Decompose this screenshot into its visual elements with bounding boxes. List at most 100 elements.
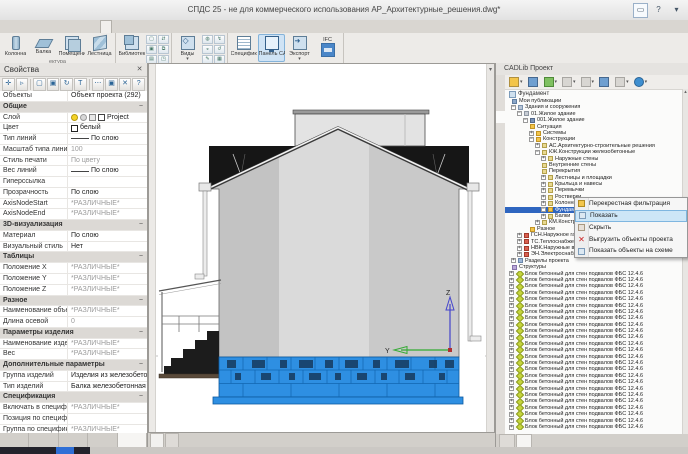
expand-icon[interactable] (509, 354, 514, 359)
side-panel-vertical-tab[interactable] (496, 95, 505, 107)
close-icon[interactable]: ✕ (135, 65, 144, 74)
object-tool-icon[interactable]: ▢ (146, 35, 157, 44)
help-icon[interactable]: ? (651, 3, 666, 18)
expand-icon[interactable] (529, 137, 534, 142)
expand-icon[interactable] (509, 335, 514, 340)
menu-item[interactable] (70, 20, 80, 33)
expand-icon[interactable] (541, 214, 546, 219)
expand-icon[interactable] (523, 118, 528, 123)
expand-icon[interactable] (541, 156, 546, 161)
expand-icon[interactable] (509, 303, 514, 308)
menu-item[interactable] (50, 20, 60, 33)
context-menu-item[interactable]: Показать объекты на схеме (575, 245, 687, 257)
expand-icon[interactable] (509, 418, 514, 423)
expand-icon[interactable] (509, 393, 514, 398)
menu-item[interactable] (20, 20, 30, 33)
property-row[interactable]: Позиция по специфи... (0, 414, 147, 425)
property-row[interactable]: Включать в специфи... *РАЗЛИЧНЫЕ* (0, 403, 147, 414)
help-icon[interactable]: ? (132, 78, 145, 91)
property-row[interactable]: Масштаб типа линий 100 (0, 145, 147, 156)
property-row[interactable]: Материал По слою (0, 231, 147, 242)
menu-item[interactable] (90, 20, 100, 33)
menu-item[interactable] (60, 20, 70, 33)
property-row[interactable]: Слой Project (0, 113, 147, 124)
expand-icon[interactable] (509, 399, 514, 404)
side-panel-vertical-tab[interactable] (496, 127, 505, 139)
menu-item[interactable] (80, 20, 90, 33)
menu-item[interactable] (100, 20, 112, 33)
property-row[interactable]: Визуальный стиль Нет (0, 242, 147, 253)
expand-icon[interactable] (509, 284, 514, 289)
object-tool-icon[interactable]: ⇵ (158, 35, 169, 44)
expand-icon[interactable] (541, 175, 546, 180)
expand-icon[interactable] (509, 425, 514, 430)
tree-filter-row[interactable]: Фундамент (505, 90, 688, 98)
property-row[interactable]: Разное (0, 296, 147, 307)
filter-icon[interactable]: T (74, 78, 87, 91)
list-item-block[interactable]: Блок бетонный для стен подвалов ФБС 12.4… (505, 424, 688, 430)
expand-icon[interactable] (509, 322, 514, 327)
tree-scrollbar[interactable] (682, 89, 688, 434)
ifc-button[interactable]: IFC (314, 34, 341, 62)
properties-bottom-tab[interactable] (29, 433, 58, 447)
property-row[interactable]: Группа по специфика... *РАЗЛИЧНЫЕ* (0, 425, 147, 433)
property-row[interactable]: Прозрачность По слою (0, 188, 147, 199)
cadlib-bottom-tab[interactable] (499, 434, 515, 447)
expand-icon[interactable] (517, 252, 522, 257)
layout-tab[interactable] (150, 433, 164, 447)
property-row[interactable]: Тип изделий Балка железобетонная (0, 382, 147, 393)
property-row[interactable]: AxisNodeEnd *РАЗЛИЧНЫЕ* (0, 209, 147, 220)
expand-icon[interactable] (509, 342, 514, 347)
expand-icon[interactable] (509, 316, 514, 321)
object-tool-icon[interactable]: ⧉ (158, 45, 169, 54)
object-tool-icon[interactable]: ▣ (146, 45, 157, 54)
load-objects-button[interactable] (526, 76, 541, 88)
building-elevation-drawing[interactable]: Z Y (149, 64, 496, 434)
expand-icon[interactable] (509, 373, 514, 378)
expand-icon[interactable] (509, 386, 514, 391)
clear-icon[interactable]: ✕ (119, 78, 132, 91)
properties-bottom-tab[interactable] (0, 433, 29, 447)
canvas-scrollbar[interactable] (486, 64, 494, 432)
property-row[interactable]: Стиль печати По цвету (0, 156, 147, 167)
expand-icon[interactable] (509, 367, 514, 372)
property-row[interactable]: Наименование объекта *РАЗЛИЧНЫЕ* (0, 306, 147, 317)
sort-button[interactable]: ▾ (560, 76, 578, 88)
expand-icon[interactable] (509, 361, 514, 366)
menu-item[interactable] (10, 20, 20, 33)
expand-icon[interactable] (535, 143, 540, 148)
expand-icon[interactable] (517, 246, 522, 251)
property-row[interactable]: Положение Z *РАЗЛИЧНЫЕ* (0, 285, 147, 296)
views-button[interactable]: Виды ▾ (174, 34, 201, 64)
property-row[interactable]: Таблицы (0, 252, 147, 263)
property-row[interactable]: Объекты Объект проекта (292) (0, 91, 147, 102)
expand-icon[interactable] (509, 329, 514, 334)
side-panel-vertical-tab[interactable] (496, 111, 505, 123)
selected-foundation-blocks[interactable] (213, 357, 463, 404)
expand-icon[interactable] (509, 278, 514, 283)
property-row[interactable]: Группа изделий Изделия из железобетона (0, 371, 147, 382)
property-row[interactable]: Положение X *РАЗЛИЧНЫЕ* (0, 263, 147, 274)
specifications-button[interactable]: Спецификации (230, 34, 257, 62)
property-row[interactable]: Параметры изделия (0, 328, 147, 339)
menu-item[interactable] (112, 20, 122, 33)
property-row[interactable]: Гиперссылка (0, 177, 147, 188)
expand-icon[interactable] (511, 258, 516, 263)
property-row[interactable]: Наименование изделия *РАЗЛИЧНЫЕ* (0, 339, 147, 350)
property-row[interactable]: Дополнительные параметры (0, 360, 147, 371)
search-button[interactable] (597, 76, 612, 88)
layout-tab[interactable] (165, 433, 179, 447)
property-row[interactable]: Цвет белый (0, 123, 147, 134)
expand-icon[interactable] (541, 188, 546, 193)
porch-and-stairs[interactable] (159, 280, 221, 378)
properties-bottom-tab[interactable] (88, 433, 117, 447)
expand-icon[interactable] (517, 233, 522, 238)
expand-icon[interactable] (535, 150, 540, 155)
expand-icon[interactable] (509, 290, 514, 295)
settings-button[interactable]: ▾ (613, 76, 631, 88)
property-row[interactable]: Вес линий По слою (0, 166, 147, 177)
expand-icon[interactable] (517, 239, 522, 244)
doc-tool-icon[interactable]: ◒ (202, 45, 213, 54)
drawing-canvas[interactable]: Z Y (148, 63, 495, 433)
expand-icon[interactable] (509, 297, 514, 302)
